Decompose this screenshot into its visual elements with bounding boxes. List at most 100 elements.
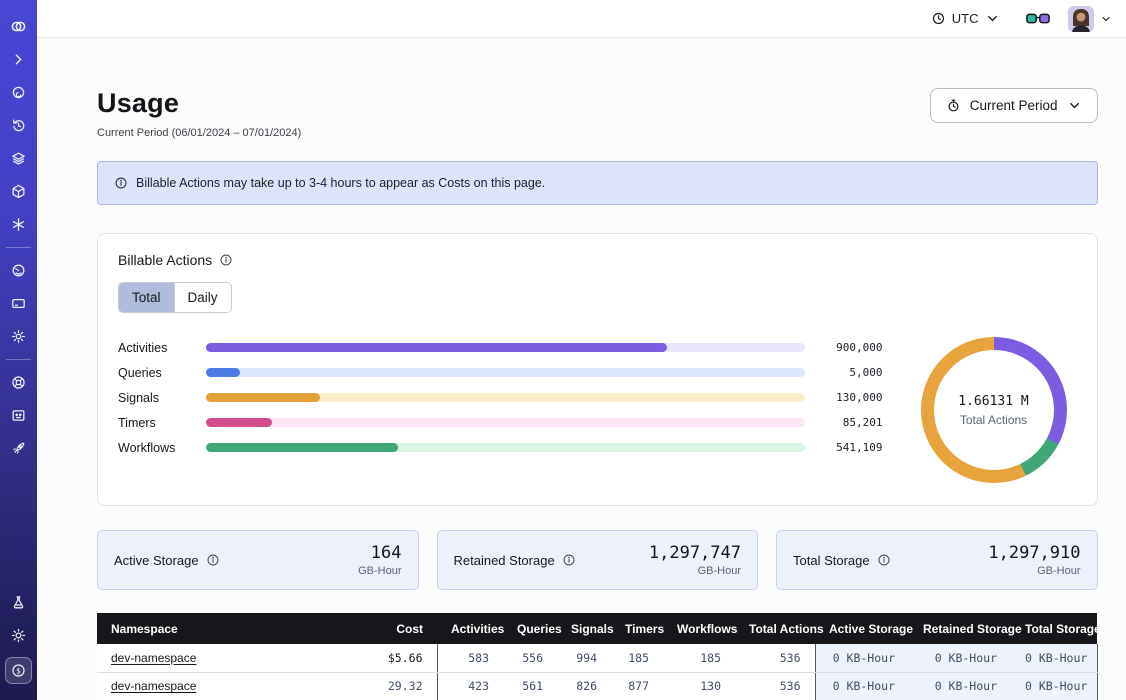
bar-fill bbox=[206, 443, 398, 452]
total-actions-cell: 536 bbox=[735, 672, 815, 700]
retained-storage-card: Retained Storage 1,297,747 GB-Hour bbox=[437, 530, 759, 590]
cost-cell: 29.32 bbox=[359, 672, 437, 700]
getting-started-rocket-icon[interactable] bbox=[7, 437, 31, 461]
timezone-label: UTC bbox=[952, 11, 979, 26]
col-retained-storage: Retained Storage bbox=[909, 613, 1011, 644]
app-root: $ UTC bbox=[0, 0, 1126, 700]
col-activities: Activities bbox=[437, 613, 503, 644]
bar-row-signals: Signals 130,000 bbox=[118, 385, 883, 410]
sidebar-divider bbox=[6, 359, 31, 360]
glasses-icon[interactable] bbox=[1026, 10, 1050, 28]
chevron-down-icon bbox=[985, 11, 1000, 26]
total-actions-cell: 536 bbox=[735, 644, 815, 672]
info-icon bbox=[114, 176, 128, 190]
workflows-cell: 185 bbox=[663, 644, 735, 672]
labs-flask-icon[interactable] bbox=[7, 591, 31, 615]
total-storage-value: 1,297,910 bbox=[988, 543, 1080, 563]
timers-cell: 185 bbox=[611, 644, 663, 672]
timers-cell: 877 bbox=[611, 672, 663, 700]
sidebar-divider bbox=[6, 247, 31, 248]
period-dropdown-button[interactable]: Current Period bbox=[930, 88, 1098, 123]
col-queries: Queries bbox=[503, 613, 557, 644]
active-storage-unit: GB-Hour bbox=[358, 565, 401, 577]
bar-chart: Activities 900,000 Queries 5,000 Signals bbox=[118, 335, 917, 460]
sidebar-nav: $ bbox=[0, 0, 37, 700]
queries-cell: 556 bbox=[503, 644, 557, 672]
avatar bbox=[1068, 6, 1094, 32]
info-icon[interactable] bbox=[206, 553, 220, 567]
cost-cell: $5.66 bbox=[359, 644, 437, 672]
usage-gauge-icon[interactable] bbox=[7, 259, 31, 283]
active-storage-card: Active Storage 164 GB-Hour bbox=[97, 530, 419, 590]
retained-storage-cell: 0 KB-Hour bbox=[909, 672, 1011, 700]
chevron-down-icon bbox=[1100, 13, 1112, 25]
bar-label: Timers bbox=[118, 416, 206, 430]
svg-text:$: $ bbox=[16, 666, 21, 675]
bar-label: Workflows bbox=[118, 441, 206, 455]
history-icon[interactable] bbox=[7, 114, 31, 138]
activities-cell: 423 bbox=[437, 672, 503, 700]
namespace-link[interactable]: dev-namespace bbox=[111, 679, 196, 693]
cube-icon[interactable] bbox=[7, 180, 31, 204]
retained-storage-cell: 0 KB-Hour bbox=[909, 644, 1011, 672]
sidebar-expand-chevron-icon[interactable] bbox=[7, 48, 31, 72]
bar-track bbox=[206, 343, 805, 352]
billable-actions-title-row: Billable Actions bbox=[118, 252, 1077, 268]
col-cost: Cost bbox=[359, 613, 437, 644]
bar-value: 541,109 bbox=[805, 441, 883, 454]
clock-icon bbox=[931, 11, 946, 26]
settings-gear-icon[interactable] bbox=[7, 325, 31, 349]
tab-daily[interactable]: Daily bbox=[174, 283, 231, 312]
activities-cell: 583 bbox=[437, 644, 503, 672]
billable-chart: Activities 900,000 Queries 5,000 Signals bbox=[118, 335, 1077, 483]
theme-sun-icon[interactable] bbox=[7, 624, 31, 648]
storage-summary-row: Active Storage 164 GB-Hour Retained Stor… bbox=[97, 530, 1098, 590]
billing-card-icon[interactable] bbox=[7, 292, 31, 316]
page-header: Usage Current Period (06/01/2024 – 07/01… bbox=[97, 88, 1098, 139]
support-lifebuoy-icon[interactable] bbox=[7, 371, 31, 395]
bar-fill bbox=[206, 368, 240, 377]
pricing-dollar-icon[interactable]: $ bbox=[5, 657, 32, 684]
bar-value: 130,000 bbox=[805, 391, 883, 404]
timezone-selector[interactable]: UTC bbox=[931, 11, 1000, 26]
bar-row-queries: Queries 5,000 bbox=[118, 360, 883, 385]
bar-fill bbox=[206, 418, 272, 427]
topbar: UTC bbox=[37, 0, 1126, 38]
col-namespace: Namespace bbox=[97, 613, 359, 644]
col-total-storage: Total Storage bbox=[1011, 613, 1097, 644]
user-menu[interactable] bbox=[1068, 6, 1112, 32]
bar-value: 900,000 bbox=[805, 341, 883, 354]
nexus-asterisk-icon[interactable] bbox=[7, 213, 31, 237]
total-storage-label: Total Storage bbox=[793, 553, 870, 568]
bar-row-workflows: Workflows 541,109 bbox=[118, 435, 883, 460]
tab-total[interactable]: Total bbox=[119, 283, 174, 312]
page-subtitle: Current Period (06/01/2024 – 07/01/2024) bbox=[97, 127, 301, 139]
total-storage-cell: 0 KB-Hour bbox=[1011, 644, 1097, 672]
period-dropdown-label: Current Period bbox=[970, 98, 1058, 113]
active-storage-label: Active Storage bbox=[114, 553, 199, 568]
total-storage-cell: 0 KB-Hour bbox=[1011, 672, 1097, 700]
bar-track bbox=[206, 368, 805, 377]
bar-row-timers: Timers 85,201 bbox=[118, 410, 883, 435]
bar-value: 85,201 bbox=[805, 416, 883, 429]
temporal-logo-icon[interactable] bbox=[7, 15, 31, 39]
info-icon[interactable] bbox=[562, 553, 576, 567]
bar-track bbox=[206, 443, 805, 452]
total-actions-value: 1.66131 M bbox=[958, 394, 1028, 409]
main-area: UTC bbox=[37, 0, 1126, 700]
chevron-down-icon bbox=[1067, 98, 1082, 113]
info-banner-text: Billable Actions may take up to 3-4 hour… bbox=[136, 176, 545, 190]
namespace-link[interactable]: dev-namespace bbox=[111, 651, 196, 665]
retained-storage-unit: GB-Hour bbox=[649, 565, 741, 577]
total-actions-label: Total Actions bbox=[960, 413, 1027, 427]
layers-icon[interactable] bbox=[7, 147, 31, 171]
bar-fill bbox=[206, 393, 320, 402]
feedback-terminal-icon[interactable] bbox=[7, 404, 31, 428]
info-icon[interactable] bbox=[877, 553, 891, 567]
namespaces-icon[interactable] bbox=[7, 81, 31, 105]
col-total-actions: Total Actions bbox=[735, 613, 815, 644]
namespace-usage-table: Namespace Cost Activities Queries Signal… bbox=[97, 613, 1098, 700]
page-content: Usage Current Period (06/01/2024 – 07/01… bbox=[37, 38, 1126, 700]
info-icon[interactable] bbox=[219, 253, 233, 267]
bar-row-activities: Activities 900,000 bbox=[118, 335, 883, 360]
